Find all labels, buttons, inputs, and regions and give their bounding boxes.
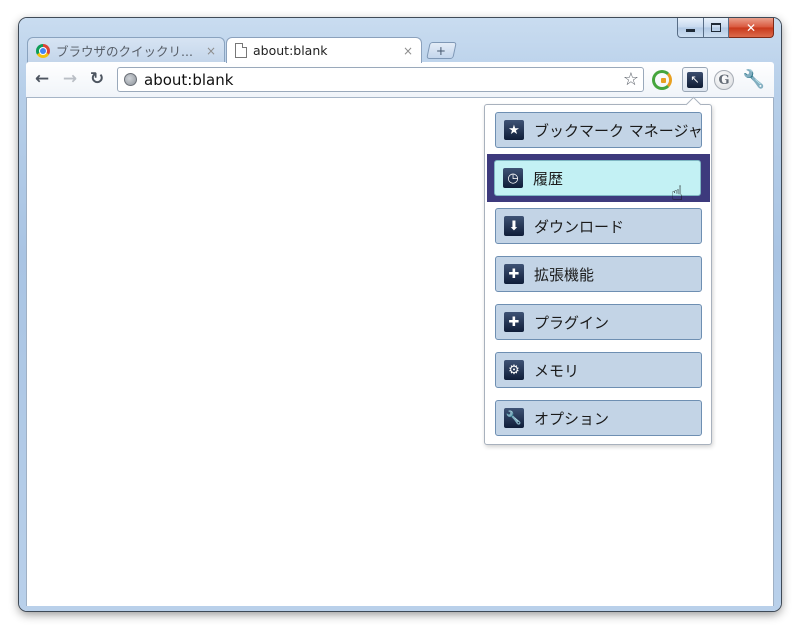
minimize-icon (686, 29, 695, 32)
menu-item-label: ダウンロード (534, 217, 625, 236)
minimize-button[interactable] (677, 18, 704, 38)
tab-title: about:blank (253, 43, 328, 58)
maximize-button[interactable] (704, 18, 729, 38)
tab-about-blank[interactable]: about:blank × (226, 37, 422, 63)
reload-icon: ↻ (89, 69, 105, 89)
menu-item-bookmark-manager[interactable]: ★ ブックマーク マネージャ (495, 112, 703, 148)
address-bar-text[interactable]: about:blank (144, 71, 233, 89)
tab-title: ブラウザのクイックリ... (56, 44, 193, 59)
clock-icon: ◷ (503, 168, 523, 188)
plus-icon: + (436, 43, 447, 58)
sync-extension-dot (661, 78, 666, 83)
star-icon: ★ (504, 120, 524, 140)
download-icon: ⬇ (504, 216, 524, 236)
tab-close-icon[interactable]: × (403, 44, 413, 58)
new-tab-button[interactable]: + (426, 42, 457, 59)
menu-item-label: オプション (534, 409, 610, 428)
chrome-icon (36, 43, 50, 58)
tab-close-icon[interactable]: × (206, 44, 216, 58)
hand-pointer-icon: ☝ (671, 181, 684, 205)
maximize-icon (711, 23, 721, 32)
cursor-arrow-icon: ↖ (687, 71, 703, 88)
sync-extension-icon[interactable] (652, 70, 672, 90)
wrench-icon: 🔧 (742, 68, 766, 90)
wrench-icon: 🔧 (504, 408, 524, 428)
window-caption-buttons: ✕ (677, 18, 774, 38)
address-bar[interactable]: about:blank ☆ (117, 67, 644, 92)
tab-strip: ブラウザのクイックリ... × about:blank × + (27, 37, 767, 63)
plugin-icon: ✚ (504, 312, 524, 332)
toolbar: ← → ↻ about:blank ☆ ↖ G 🔧 (26, 62, 774, 98)
menu-item-label: ブックマーク マネージャ (534, 121, 703, 140)
menu-item-label: プラグイン (534, 313, 610, 332)
google-icon[interactable]: G (714, 70, 734, 90)
globe-icon (124, 73, 137, 86)
forward-button[interactable]: → (58, 67, 82, 91)
forward-arrow-icon: → (62, 69, 78, 89)
quick-menu-extension-button[interactable]: ↖ (682, 67, 708, 92)
tab-quick-reference[interactable]: ブラウザのクイックリ... × (27, 37, 225, 63)
menu-item-plugins[interactable]: ✚ プラグイン (495, 304, 702, 340)
reload-button[interactable]: ↻ (85, 67, 109, 91)
menu-item-history-highlight[interactable]: ◷ 履歴 (494, 160, 701, 196)
close-window-button[interactable]: ✕ (729, 18, 774, 38)
menu-item-label: 拡張機能 (534, 265, 595, 284)
gear-icon: ⚙ (504, 360, 524, 380)
page-icon (235, 43, 247, 58)
puzzle-icon: ✚ (504, 264, 524, 284)
menu-item-label: メモリ (534, 361, 580, 380)
bookmark-star-icon[interactable]: ☆ (623, 69, 639, 90)
menu-item-label: 履歴 (533, 169, 564, 188)
close-icon: ✕ (745, 20, 757, 35)
menu-item-options[interactable]: 🔧 オプション (495, 400, 702, 436)
back-button[interactable]: ← (30, 67, 54, 91)
menu-item-extensions[interactable]: ✚ 拡張機能 (495, 256, 702, 292)
wrench-menu-button[interactable]: 🔧 (742, 67, 766, 91)
menu-item-memory[interactable]: ⚙ メモリ (495, 352, 702, 388)
back-arrow-icon: ← (34, 69, 50, 89)
menu-item-downloads[interactable]: ⬇ ダウンロード (495, 208, 702, 244)
quick-menu-popup: ★ ブックマーク マネージャ ◷ 履歴 ⬇ ダウンロード ✚ 拡張機能 ✚ プラ… (484, 96, 712, 445)
